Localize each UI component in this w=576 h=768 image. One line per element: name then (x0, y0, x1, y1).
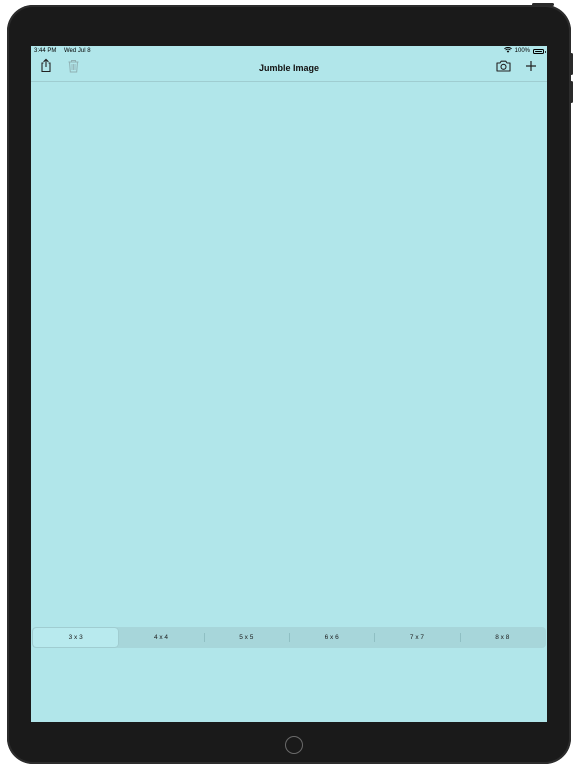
status-time: 3:44 PM (34, 48, 57, 54)
volume-up-button (570, 53, 573, 75)
wifi-icon (503, 46, 512, 55)
segment-8x8[interactable]: 8 x 8 (459, 628, 545, 647)
segment-5x5[interactable]: 5 x 5 (203, 628, 289, 647)
status-bar: 3:44 PM Wed Jul 8 100% (31, 46, 547, 57)
page-title: Jumble Image (258, 63, 320, 73)
battery-icon (533, 48, 546, 54)
segment-label: 7 x 7 (409, 634, 425, 641)
segment-3x3[interactable]: 3 x 3 (33, 628, 119, 647)
navigation-bar: Jumble Image (31, 57, 547, 82)
segment-6x6[interactable]: 6 x 6 (288, 628, 374, 647)
volume-down-button (570, 81, 573, 103)
segment-label: 4 x 4 (153, 634, 169, 641)
plus-icon (525, 59, 537, 77)
camera-button[interactable] (495, 60, 511, 76)
battery-percent: 100% (514, 48, 530, 54)
segment-7x7[interactable]: 7 x 7 (374, 628, 459, 647)
app-screen: 3:44 PM Wed Jul 8 100% Jumble Image 3 x … (31, 46, 547, 722)
home-button[interactable] (285, 736, 303, 754)
top-button (532, 3, 554, 6)
camera-icon (495, 59, 511, 77)
segment-label: 5 x 5 (239, 634, 254, 641)
segment-label: 3 x 3 (68, 634, 83, 641)
segment-4x4[interactable]: 4 x 4 (118, 628, 203, 647)
status-right: 100% (503, 46, 546, 55)
segment-label: 6 x 6 (324, 634, 339, 641)
status-date: Wed Jul 8 (64, 48, 91, 54)
add-button[interactable] (523, 60, 539, 76)
segment-label: 8 x 8 (495, 634, 510, 641)
grid-size-segmented-control: 3 x 3 4 x 4 5 x 5 6 x 6 7 x 7 8 x 8 (32, 627, 546, 648)
